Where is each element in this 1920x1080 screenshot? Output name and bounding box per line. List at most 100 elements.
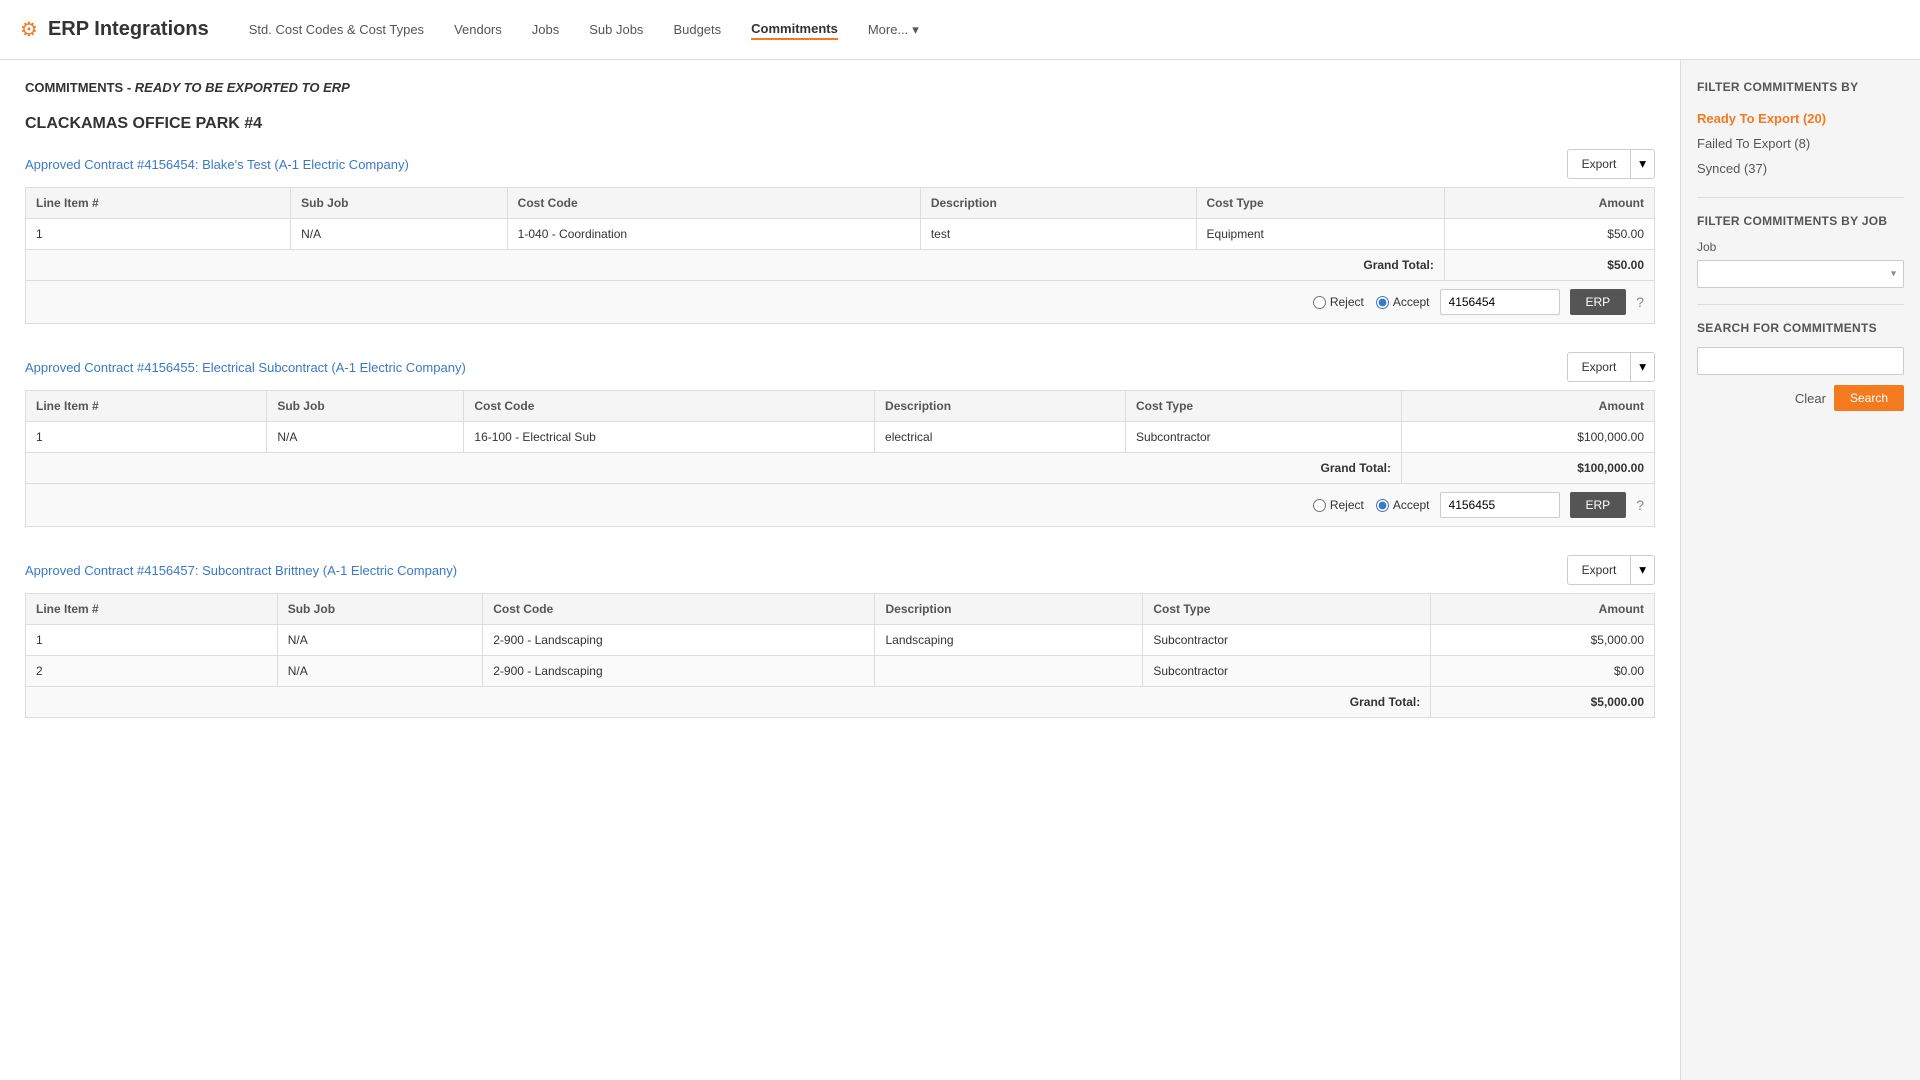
radio-group-1: Reject Accept <box>1313 498 1430 512</box>
nav-link-budgets[interactable]: Budgets <box>673 20 721 39</box>
col-header-4: Cost Type <box>1125 391 1401 422</box>
cell-0-1: N/A <box>277 625 483 656</box>
cell-1-3 <box>875 656 1143 687</box>
export-button-2[interactable]: Export <box>1568 557 1631 583</box>
app-logo: ⚙ ERP Integrations <box>20 17 209 42</box>
erp-input-0[interactable] <box>1440 289 1560 315</box>
cell-1-1: N/A <box>277 656 483 687</box>
cell-0-1: N/A <box>291 219 508 250</box>
grand-total-row: Grand Total:$50.00 <box>26 250 1655 281</box>
main-layout: COMMITMENTS - READY TO BE EXPORTED TO ER… <box>0 60 1920 1080</box>
help-icon-1[interactable]: ? <box>1636 497 1644 513</box>
export-dropdown-0[interactable]: ▾ <box>1630 150 1654 178</box>
erp-input-1[interactable] <box>1440 492 1560 518</box>
contract-table-2: Line Item #Sub JobCost CodeDescriptionCo… <box>25 593 1655 718</box>
cell-0-2: 1-040 - Coordination <box>507 219 920 250</box>
table-row: 1N/A16-100 - Electrical SubelectricalSub… <box>26 422 1655 453</box>
cell-1-2: 2-900 - Landscaping <box>483 656 875 687</box>
col-header-5: Amount <box>1401 391 1654 422</box>
cell-0-4: Equipment <box>1196 219 1444 250</box>
reject-radio-1[interactable] <box>1313 499 1326 512</box>
reject-radio-label-1[interactable]: Reject <box>1313 498 1364 512</box>
col-header-3: Description <box>920 188 1196 219</box>
erp-row-0: Reject Accept ERP? <box>26 281 1655 324</box>
nav-link-vendors[interactable]: Vendors <box>454 20 502 39</box>
clear-button[interactable]: Clear <box>1795 391 1826 406</box>
col-header-2: Cost Code <box>464 391 875 422</box>
chevron-down-icon: ▾ <box>912 22 919 38</box>
cell-0-4: Subcontractor <box>1125 422 1401 453</box>
col-header-3: Description <box>875 594 1143 625</box>
filter-by-job-title: FILTER COMMITMENTS BY JOB <box>1697 214 1904 228</box>
erp-button-1[interactable]: ERP <box>1570 492 1627 518</box>
col-header-1: Sub Job <box>267 391 464 422</box>
col-header-1: Sub Job <box>277 594 483 625</box>
cell-0-1: N/A <box>267 422 464 453</box>
search-input[interactable] <box>1697 347 1904 375</box>
erp-cell-0: Reject Accept ERP? <box>26 281 1655 324</box>
col-header-0: Line Item # <box>26 594 278 625</box>
content-area: COMMITMENTS - READY TO BE EXPORTED TO ER… <box>0 60 1680 1080</box>
col-header-0: Line Item # <box>26 188 291 219</box>
contract-header-1: Approved Contract #4156455: Electrical S… <box>25 352 1655 382</box>
export-dropdown-1[interactable]: ▾ <box>1630 353 1654 381</box>
amount-cell-1: $0.00 <box>1431 656 1655 687</box>
export-button-0[interactable]: Export <box>1568 151 1631 177</box>
contract-title-0[interactable]: Approved Contract #4156454: Blake's Test… <box>25 157 409 172</box>
contract-title-1[interactable]: Approved Contract #4156455: Electrical S… <box>25 360 466 375</box>
nav-link-std--cost-codes---cost-types[interactable]: Std. Cost Codes & Cost Types <box>249 20 424 39</box>
accept-radio-label-0[interactable]: Accept <box>1376 295 1430 309</box>
export-button-1[interactable]: Export <box>1568 354 1631 380</box>
job-title: CLACKAMAS OFFICE PARK #4 <box>25 115 1655 133</box>
accept-radio-1[interactable] <box>1376 499 1389 512</box>
amount-cell-0: $50.00 <box>1444 219 1654 250</box>
grand-total-amount: $100,000.00 <box>1401 453 1654 484</box>
sidebar: FILTER COMMITMENTS BY Ready To Export (2… <box>1680 60 1920 1080</box>
filter-item-0[interactable]: Ready To Export (20) <box>1697 106 1904 131</box>
filter-by-title: FILTER COMMITMENTS BY <box>1697 80 1904 94</box>
col-header-1: Sub Job <box>291 188 508 219</box>
nav-links: Std. Cost Codes & Cost Types Vendors Jobs S… <box>249 19 919 40</box>
radio-group-0: Reject Accept <box>1313 295 1430 309</box>
erp-row-inner-0: Reject Accept ERP? <box>36 289 1644 315</box>
reject-radio-label-0[interactable]: Reject <box>1313 295 1364 309</box>
sidebar-divider-2 <box>1697 304 1904 305</box>
amount-cell-0: $100,000.00 <box>1401 422 1654 453</box>
contract-title-2[interactable]: Approved Contract #4156457: Subcontract … <box>25 563 457 578</box>
col-header-2: Cost Code <box>483 594 875 625</box>
col-header-5: Amount <box>1431 594 1655 625</box>
cell-0-4: Subcontractor <box>1143 625 1431 656</box>
help-icon-0[interactable]: ? <box>1636 294 1644 310</box>
nav-link-jobs[interactable]: Jobs <box>532 20 559 39</box>
filter-item-2[interactable]: Synced (37) <box>1697 156 1904 181</box>
nav-link-commitments[interactable]: Commitments <box>751 19 838 40</box>
reject-radio-0[interactable] <box>1313 296 1326 309</box>
nav-link-sub-jobs[interactable]: Sub Jobs <box>589 20 643 39</box>
filter-item-1[interactable]: Failed To Export (8) <box>1697 131 1904 156</box>
grand-total-amount: $50.00 <box>1444 250 1654 281</box>
col-header-4: Cost Type <box>1196 188 1444 219</box>
erp-button-0[interactable]: ERP <box>1570 289 1627 315</box>
col-header-5: Amount <box>1444 188 1654 219</box>
erp-row-1: Reject Accept ERP? <box>26 484 1655 527</box>
cell-0-3: Landscaping <box>875 625 1143 656</box>
accept-radio-0[interactable] <box>1376 296 1389 309</box>
export-dropdown-2[interactable]: ▾ <box>1630 556 1654 584</box>
search-button[interactable]: Search <box>1834 385 1904 411</box>
cell-0-2: 16-100 - Electrical Sub <box>464 422 875 453</box>
amount-cell-0: $5,000.00 <box>1431 625 1655 656</box>
grand-total-amount: $5,000.00 <box>1431 687 1655 718</box>
cell-0-3: test <box>920 219 1196 250</box>
contract-block-0: Approved Contract #4156454: Blake's Test… <box>25 149 1655 324</box>
table-row: 2N/A2-900 - LandscapingSubcontractor$0.0… <box>26 656 1655 687</box>
grand-total-label: Grand Total: <box>26 687 1431 718</box>
contract-header-0: Approved Contract #4156454: Blake's Test… <box>25 149 1655 179</box>
page-header: COMMITMENTS - READY TO BE EXPORTED TO ER… <box>25 80 1655 95</box>
export-btn-group-0: Export▾ <box>1567 149 1655 179</box>
accept-radio-label-1[interactable]: Accept <box>1376 498 1430 512</box>
sidebar-divider-1 <box>1697 197 1904 198</box>
contract-block-2: Approved Contract #4156457: Subcontract … <box>25 555 1655 718</box>
job-select[interactable] <box>1697 260 1904 288</box>
nav-link-more---[interactable]: More... ▾ <box>868 20 919 40</box>
cell-0-3: electrical <box>875 422 1126 453</box>
